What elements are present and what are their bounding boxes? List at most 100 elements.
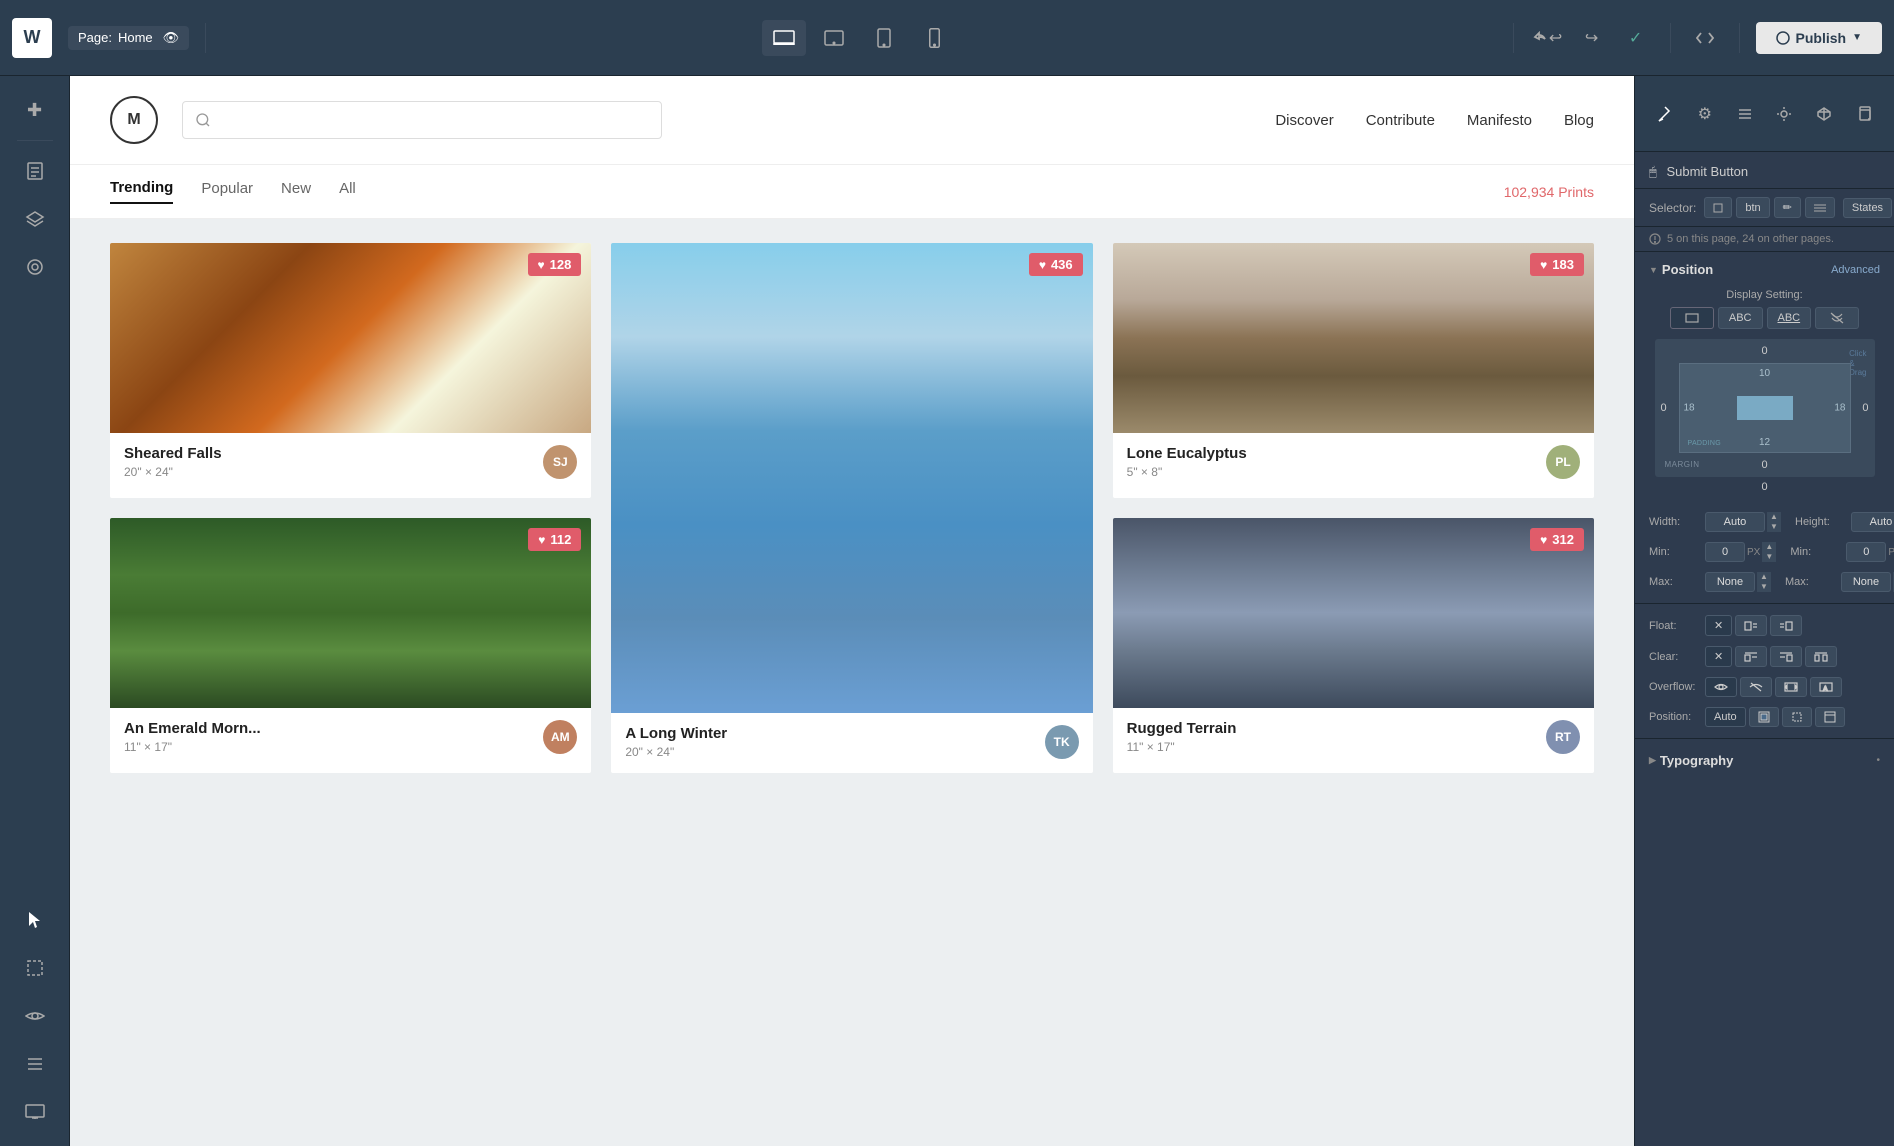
print-card-6[interactable]: 312 Rugged Terrain 11" × 17" RT	[1113, 518, 1594, 773]
tab-new[interactable]: New	[281, 180, 311, 203]
position-fixed-btn[interactable]	[1815, 707, 1845, 727]
publish-btn[interactable]: Publish ▼	[1756, 22, 1882, 54]
bars-btn[interactable]	[13, 1042, 57, 1086]
margin-right-value[interactable]: 0	[1862, 402, 1868, 414]
layers-btn[interactable]	[13, 197, 57, 241]
height-input-group: ▲ ▼	[1851, 512, 1894, 532]
assets-btn[interactable]	[13, 245, 57, 289]
print-title-1: Sheared Falls	[124, 445, 543, 462]
toolbar-divider-4	[1739, 23, 1740, 53]
redo-btn[interactable]: ↪	[1574, 20, 1610, 56]
overflow-scroll-btn[interactable]	[1775, 677, 1807, 697]
min-height-input[interactable]	[1846, 542, 1886, 562]
display-none-btn[interactable]	[1815, 307, 1859, 329]
tab-all[interactable]: All	[339, 180, 356, 203]
position-section-header[interactable]: Position Advanced	[1635, 252, 1894, 283]
max-width-input[interactable]	[1705, 572, 1755, 592]
code-btn[interactable]	[1687, 20, 1723, 56]
display-inline-block-btn[interactable]: ABC	[1718, 307, 1763, 329]
margin-top-value[interactable]: 0	[1761, 345, 1767, 357]
float-left-btn[interactable]	[1735, 615, 1767, 636]
float-right-btn[interactable]	[1770, 615, 1802, 636]
undo-btn[interactable]: ↩	[1530, 20, 1566, 56]
nav-discover[interactable]: Discover	[1275, 112, 1333, 129]
site-content: 128 Sheared Falls 20" × 24" SJ	[70, 219, 1634, 1146]
overflow-auto-btn[interactable]: A	[1810, 677, 1842, 697]
settings-btn[interactable]: ⚙	[1687, 96, 1723, 132]
position-absolute-btn[interactable]	[1782, 707, 1812, 727]
width-input[interactable]	[1705, 512, 1765, 532]
min-width-down[interactable]: ▼	[1762, 552, 1776, 562]
advanced-label[interactable]: Advanced	[1831, 264, 1880, 276]
max-height-group: ▲ ▼	[1841, 572, 1894, 592]
display-block-btn[interactable]	[1670, 307, 1714, 329]
select-box-btn[interactable]	[13, 946, 57, 990]
pages-btn[interactable]	[13, 149, 57, 193]
position-relative-btn[interactable]	[1749, 707, 1779, 727]
max-width-up[interactable]: ▲	[1757, 572, 1771, 582]
print-size-3: 5" × 8"	[1127, 465, 1546, 479]
min-width-input[interactable]	[1705, 542, 1745, 562]
eye-icon[interactable]: 👁	[163, 30, 180, 46]
states-btn[interactable]: States	[1843, 198, 1892, 218]
print-card-winter[interactable]: 436 A Long Winter 20" × 24" TK	[611, 243, 1092, 773]
margin-bottom-outer[interactable]: 0	[1761, 481, 1767, 493]
position-auto-btn[interactable]: Auto	[1705, 707, 1746, 727]
clear-left-btn[interactable]	[1735, 646, 1767, 667]
print-card-1[interactable]: 128 Sheared Falls 20" × 24" SJ	[110, 243, 591, 498]
pen-tool-btn[interactable]	[1647, 96, 1683, 132]
float-none-btn[interactable]: ✕	[1705, 615, 1732, 636]
print-info-1: Sheared Falls 20" × 24" SJ	[110, 433, 591, 493]
padding-right-value[interactable]: 18	[1834, 403, 1845, 414]
check-btn[interactable]: ✓	[1618, 20, 1654, 56]
toolbar-divider	[205, 23, 206, 53]
width-up-btn[interactable]: ▲	[1767, 512, 1781, 522]
clear-both-btn[interactable]	[1805, 646, 1837, 667]
overflow-visible-btn[interactable]	[1705, 677, 1737, 697]
padding-left-value[interactable]: 18	[1684, 403, 1695, 414]
select-tool-btn[interactable]	[13, 898, 57, 942]
device-tablet-portrait-btn[interactable]	[862, 20, 906, 56]
3d-btn[interactable]	[1806, 96, 1842, 132]
site-search-input[interactable]	[182, 101, 662, 139]
typography-section[interactable]: Typography •	[1635, 745, 1894, 776]
width-down-btn[interactable]: ▼	[1767, 522, 1781, 532]
height-input[interactable]	[1851, 512, 1894, 532]
tab-popular[interactable]: Popular	[201, 180, 253, 203]
device-mobile-btn[interactable]	[912, 20, 956, 56]
tab-trending[interactable]: Trending	[110, 179, 173, 204]
clear-none-btn[interactable]: ✕	[1705, 646, 1732, 667]
copy-btn[interactable]	[1846, 96, 1882, 132]
nav-blog[interactable]: Blog	[1564, 112, 1594, 129]
max-height-input[interactable]	[1841, 572, 1891, 592]
max-width-down[interactable]: ▼	[1757, 582, 1771, 592]
selector-btn-edit[interactable]: ✏	[1774, 197, 1801, 218]
padding-bottom-value[interactable]: 12	[1759, 437, 1770, 448]
padding-top-value[interactable]: 10	[1759, 368, 1770, 379]
clear-right-btn[interactable]	[1770, 646, 1802, 667]
margin-bottom-value[interactable]: 0	[1761, 459, 1767, 471]
svg-text:A: A	[1823, 686, 1828, 693]
overflow-hidden-btn[interactable]	[1740, 677, 1772, 697]
device-tablet-landscape-btn[interactable]	[812, 20, 856, 56]
site-nav: Discover Contribute Manifesto Blog	[1275, 112, 1594, 129]
display-inline-btn[interactable]: ABC	[1767, 307, 1812, 329]
nav-manifesto[interactable]: Manifesto	[1467, 112, 1532, 129]
selector-btn-icon[interactable]	[1704, 197, 1732, 218]
add-element-btn[interactable]: ✚	[13, 88, 57, 132]
margin-left-value[interactable]: 0	[1661, 402, 1667, 414]
nav-contribute[interactable]: Contribute	[1366, 112, 1435, 129]
selector-btn-list[interactable]	[1805, 197, 1835, 218]
style-btn[interactable]	[1727, 96, 1763, 132]
device-laptop-btn[interactable]	[762, 20, 806, 56]
preview-btn[interactable]	[13, 994, 57, 1038]
monitor-btn[interactable]	[13, 1090, 57, 1134]
print-card-3[interactable]: 183 Lone Eucalyptus 5" × 8" PL	[1113, 243, 1594, 498]
print-card-4[interactable]: 112 An Emerald Morn... 11" × 17" AM	[110, 518, 591, 773]
selector-btn-class[interactable]: btn	[1736, 197, 1769, 218]
print-img-rugged	[1113, 518, 1594, 708]
min-width-up[interactable]: ▲	[1762, 542, 1776, 552]
print-title-4: An Emerald Morn...	[124, 720, 543, 737]
print-info-3: Lone Eucalyptus 5" × 8" PL	[1113, 433, 1594, 493]
interactions-btn[interactable]	[1766, 96, 1802, 132]
